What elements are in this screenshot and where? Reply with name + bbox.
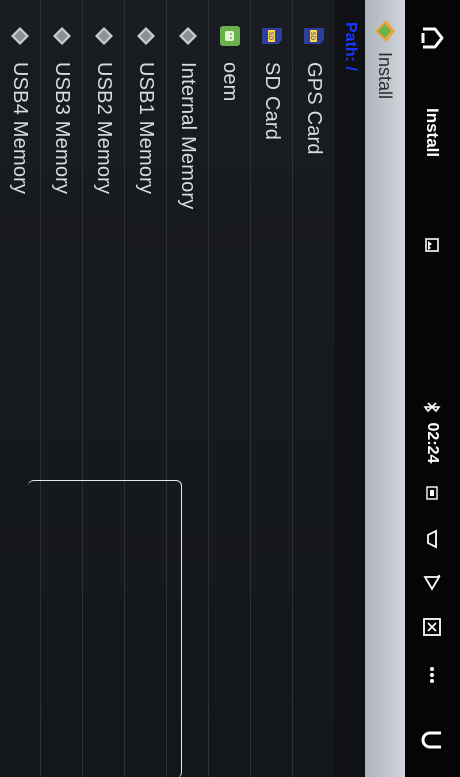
list-item-label: USB3 Memory — [51, 62, 74, 195]
svg-text:SD: SD — [309, 32, 316, 41]
eject-icon[interactable] — [405, 524, 460, 554]
list-item-label: GPS Card — [303, 62, 326, 155]
storage-list: SD GPS Card SD SD Card oem Internal Memo… — [0, 0, 335, 777]
clock: 02:24 — [424, 422, 442, 464]
app-icon — [368, 14, 402, 48]
list-item-gps-card[interactable]: SD GPS Card — [292, 0, 335, 777]
picture-notification-icon — [405, 230, 460, 260]
system-bar: Install 02:24 — [405, 0, 460, 777]
list-item-label: USB4 Memory — [9, 62, 32, 195]
list-item-label: USB1 Memory — [135, 62, 158, 195]
list-item-sd-card[interactable]: SD SD Card — [250, 0, 293, 777]
back-icon[interactable] — [405, 720, 460, 760]
device-landscape: Install 02:24 Install Path: / SD GPS Car… — [0, 0, 460, 777]
list-item-label: oem — [219, 62, 242, 102]
home-icon[interactable] — [405, 18, 460, 58]
path-header: Path: / — [335, 0, 365, 777]
android-app-icon — [216, 22, 244, 50]
more-icon[interactable] — [405, 660, 460, 690]
battery-icon — [405, 478, 460, 508]
drive-icon — [90, 22, 118, 50]
drive-icon — [132, 22, 160, 50]
play-icon[interactable] — [405, 568, 460, 598]
drive-icon — [174, 22, 202, 50]
sd-card-icon: SD — [300, 22, 328, 50]
list-item-label: Internal Memory — [177, 62, 200, 210]
list-item-label: SD Card — [261, 62, 284, 141]
close-screen-icon[interactable] — [405, 612, 460, 642]
empty-panel — [28, 480, 182, 777]
drive-icon — [6, 22, 34, 50]
sd-card-icon: SD — [258, 22, 286, 50]
title-label: Install — [375, 52, 396, 100]
screen: Install 02:24 Install Path: / SD GPS Car… — [0, 0, 460, 777]
app-title: Install — [423, 108, 443, 158]
list-item-label: USB2 Memory — [93, 62, 116, 195]
list-item-oem[interactable]: oem — [208, 0, 251, 777]
svg-text:SD: SD — [267, 32, 274, 41]
drive-icon — [48, 22, 76, 50]
title-bar: Install — [365, 0, 405, 777]
path-label: Path: / — [342, 22, 359, 71]
